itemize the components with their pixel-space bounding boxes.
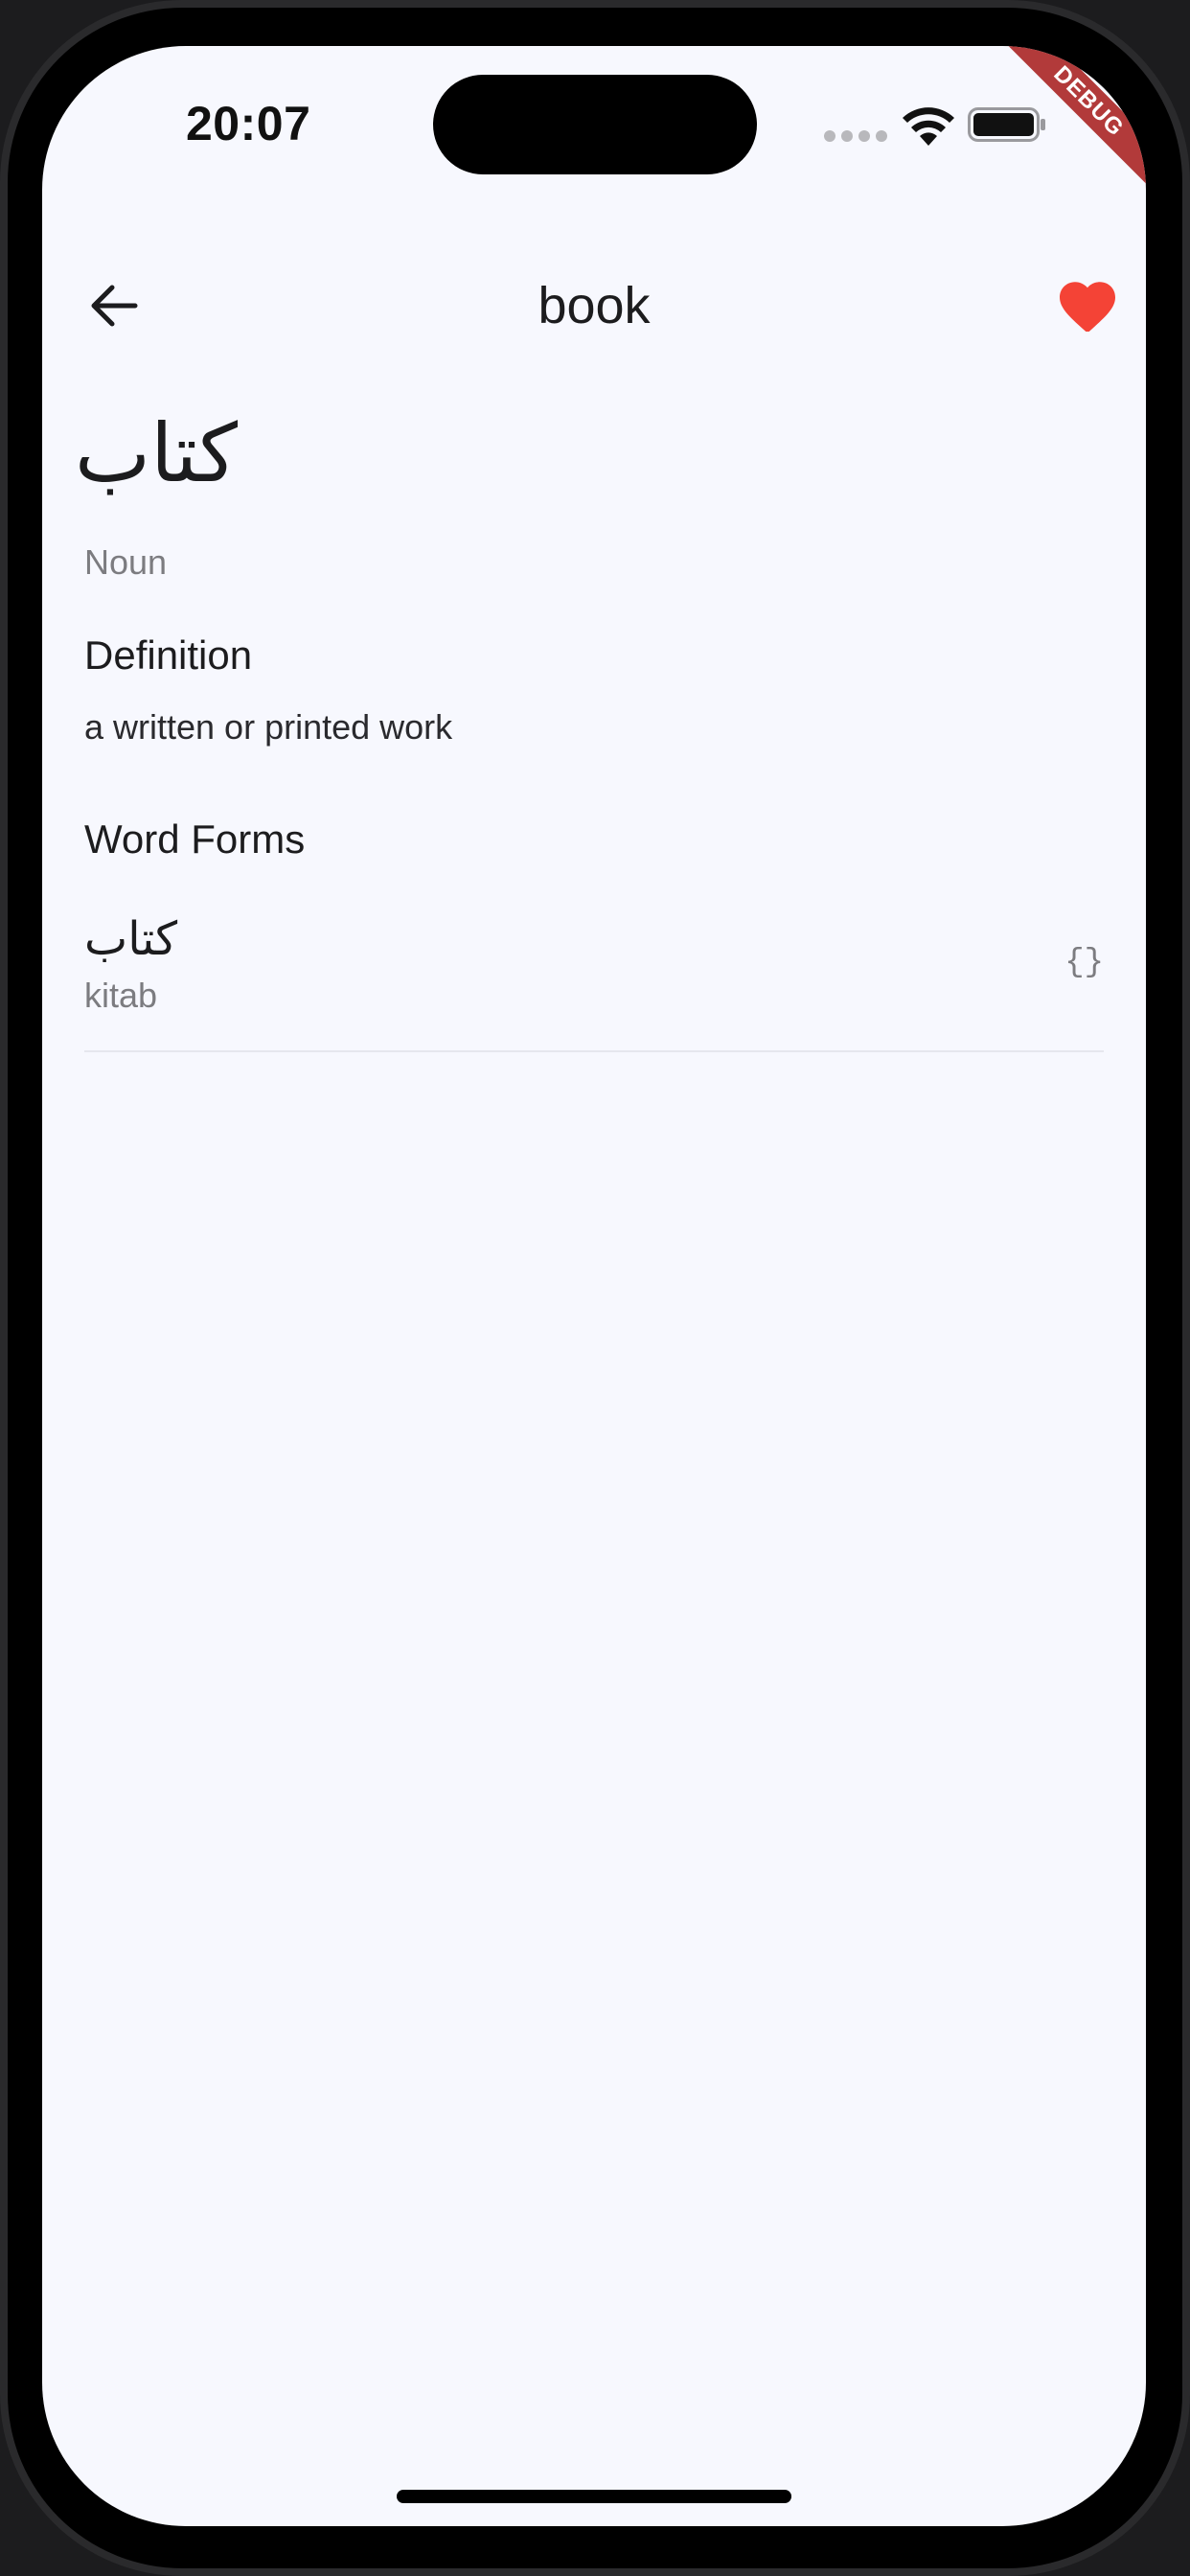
list-item[interactable]: كتاب kitab {} xyxy=(84,908,1104,1052)
dynamic-island xyxy=(433,75,757,174)
word-detail: كتاب Noun Definition a written or printe… xyxy=(74,401,1104,1052)
page-title: book xyxy=(538,277,651,334)
app-bar: book xyxy=(42,238,1146,372)
wifi-icon xyxy=(903,107,954,146)
app-screen: 20:07 DEBUG book كتاب Noun Definition a … xyxy=(42,46,1146,2526)
side-button-left xyxy=(0,402,6,508)
definition-heading: Definition xyxy=(84,632,253,678)
battery-icon xyxy=(968,107,1045,142)
arabic-word: كتاب xyxy=(74,406,238,500)
part-of-speech: Noun xyxy=(84,542,168,582)
heart-icon xyxy=(1060,282,1115,332)
status-time: 20:07 xyxy=(186,97,311,150)
word-forms-heading: Word Forms xyxy=(84,816,306,862)
side-button-right xyxy=(1184,671,1190,843)
favorite-button[interactable] xyxy=(1054,276,1121,337)
word-form-code: {} xyxy=(1064,945,1104,981)
cellular-dots-icon xyxy=(824,130,887,142)
definition-text: a written or printed work xyxy=(84,707,453,747)
word-form-arabic: كتاب xyxy=(84,912,178,966)
home-indicator[interactable] xyxy=(397,2490,791,2503)
word-form-transliteration: kitab xyxy=(84,976,158,1015)
